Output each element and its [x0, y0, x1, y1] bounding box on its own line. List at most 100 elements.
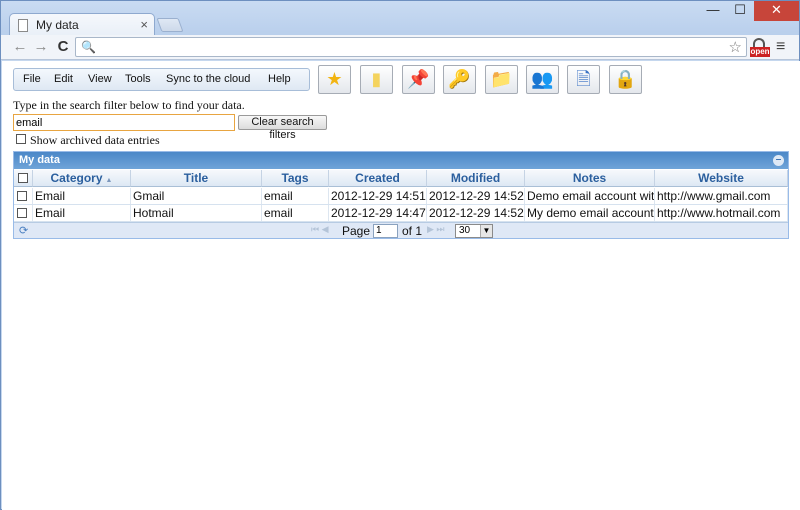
menu-tools[interactable]: Tools: [125, 73, 151, 85]
chevron-down-icon: ▼: [480, 225, 492, 237]
column-header-label: Notes: [572, 171, 607, 185]
column-header-select-all[interactable]: [14, 170, 33, 187]
title-bar: My data × — ☐ ✕: [1, 1, 799, 36]
cell-website: http://www.hotmail.com: [655, 205, 788, 221]
page-size-select[interactable]: 30 ▼: [455, 224, 493, 238]
page-label: Page: [342, 224, 371, 238]
tab-title: My data: [36, 18, 79, 32]
maximize-button[interactable]: ☐: [727, 1, 753, 21]
reload-icon[interactable]: C: [54, 38, 72, 56]
pin-button[interactable]: 📌: [402, 65, 435, 94]
page-size-value: 30: [459, 225, 471, 236]
first-prev-page-icon[interactable]: ⏮ ◀: [311, 224, 329, 235]
page-of-label: of 1: [402, 224, 423, 238]
export-button[interactable]: 🗎: [567, 65, 600, 94]
search-icon: 🔍: [81, 40, 96, 54]
minimize-button[interactable]: —: [700, 1, 726, 21]
forward-icon[interactable]: →: [32, 38, 50, 56]
row-checkbox[interactable]: [17, 191, 27, 201]
new-note-button[interactable]: ▮: [360, 65, 393, 94]
data-grid: My data – Category ▲ Title Tags Created Modif…: [13, 151, 789, 239]
extension-label: open: [750, 47, 770, 57]
column-header-website[interactable]: Website: [655, 170, 788, 187]
address-bar[interactable]: 🔍 ☆: [75, 37, 747, 57]
browser-tab[interactable]: My data ×: [9, 13, 155, 36]
menu-help[interactable]: Help: [268, 73, 291, 85]
cell-select-all: [14, 188, 33, 204]
search-hint: Type in the search filter below to find …: [13, 98, 245, 112]
folder-icon: 📁: [490, 69, 513, 89]
lock-icon: 🔒: [614, 69, 637, 89]
column-header-title[interactable]: Title: [131, 170, 262, 187]
show-archived-label: Show archived data entries: [30, 133, 160, 147]
grid-header: My data –: [14, 152, 788, 169]
row-checkbox[interactable]: [17, 208, 27, 218]
refresh-icon[interactable]: ⟳: [19, 224, 28, 237]
show-archived-checkbox[interactable]: [16, 134, 26, 144]
cell-website: http://www.gmail.com: [655, 188, 788, 204]
cell-created: 2012-12-29 14:51:: [331, 188, 427, 204]
page-number-input[interactable]: 1: [373, 224, 398, 238]
cell-tags: email: [262, 188, 329, 204]
cell-title: Gmail: [131, 188, 262, 204]
cell-category: Email: [33, 205, 131, 221]
sort-ascending-icon: ▲: [105, 177, 113, 184]
column-header-label: Tags: [281, 171, 309, 185]
column-header-created[interactable]: Created: [329, 170, 427, 187]
new-tab-button[interactable]: [156, 18, 184, 32]
back-icon[interactable]: ←: [11, 38, 29, 56]
grid-pager: ⟳ ⏮ ◀ Page 1 of 1 ▶ ⏭ 30 ▼: [14, 222, 788, 238]
app-menubar: File Edit View Tools Sync to the cloud H…: [13, 68, 310, 91]
column-header-category[interactable]: Category ▲: [33, 170, 131, 187]
tab-close-icon[interactable]: ×: [140, 17, 148, 32]
grid-title: My data: [19, 154, 60, 166]
cell-select-all: [14, 205, 33, 221]
page-icon: [18, 19, 28, 32]
column-header-label: Category: [50, 171, 103, 185]
cell-modified: 2012-12-29 14:52:: [429, 188, 525, 204]
lock-button[interactable]: 🔒: [609, 65, 642, 94]
column-header-label: Created: [355, 171, 400, 185]
bookmark-star-icon[interactable]: ☆: [729, 38, 742, 56]
users-button[interactable]: 👥: [526, 65, 559, 94]
cell-title: Hotmail: [131, 205, 262, 221]
table-row[interactable]: Email Gmail email 2012-12-29 14:51: 2012-12-…: [14, 188, 788, 205]
export-icon: 🗎: [576, 69, 591, 89]
column-header-tags[interactable]: Tags: [262, 170, 329, 187]
collapse-icon[interactable]: –: [773, 155, 784, 166]
search-input[interactable]: [13, 114, 235, 131]
clear-search-button[interactable]: Clear search filters: [238, 115, 327, 141]
close-window-button[interactable]: ✕: [754, 1, 799, 21]
cell-notes: Demo email account with: [527, 188, 655, 204]
table-row[interactable]: Email Hotmail email 2012-12-29 14:47: 2012-1…: [14, 205, 788, 222]
cell-tags: email: [262, 205, 329, 221]
page-content: File Edit View Tools Sync to the cloud H…: [2, 61, 800, 510]
browser-menu-icon[interactable]: ≡: [776, 38, 785, 56]
column-header-label: Modified: [450, 171, 501, 185]
key-button[interactable]: 🔑: [443, 65, 476, 94]
select-all-checkbox[interactable]: [18, 173, 28, 183]
pin-icon: 📌: [407, 69, 430, 89]
column-header-label: Website: [698, 171, 744, 185]
column-header-label: Title: [183, 171, 209, 185]
cell-notes: My demo email account.: [527, 205, 655, 221]
next-last-page-icon[interactable]: ▶ ⏭: [427, 224, 445, 235]
key-icon: 🔑: [448, 69, 471, 89]
column-header-modified[interactable]: Modified: [427, 170, 525, 187]
browser-toolbar: ← → C 🔍 ☆ open ≡: [1, 35, 799, 60]
menu-view[interactable]: View: [88, 73, 112, 85]
cell-modified: 2012-12-29 14:52:: [429, 205, 525, 221]
menu-edit[interactable]: Edit: [54, 73, 73, 85]
cell-created: 2012-12-29 14:47:: [331, 205, 427, 221]
users-icon: 👥: [531, 69, 554, 89]
new-note-icon: ▮: [371, 69, 382, 89]
extension-open-icon[interactable]: open: [750, 38, 770, 58]
menu-file[interactable]: File: [23, 73, 41, 85]
column-header-notes[interactable]: Notes: [525, 170, 655, 187]
favorites-star-button[interactable]: ★: [318, 65, 351, 94]
favorites-star-icon: ★: [326, 69, 343, 89]
menu-sync[interactable]: Sync to the cloud: [166, 73, 250, 85]
browser-window: My data × — ☐ ✕ ← → C 🔍 ☆ open ≡ File Ed…: [0, 0, 800, 510]
cell-category: Email: [33, 188, 131, 204]
folder-button[interactable]: 📁: [485, 65, 518, 94]
